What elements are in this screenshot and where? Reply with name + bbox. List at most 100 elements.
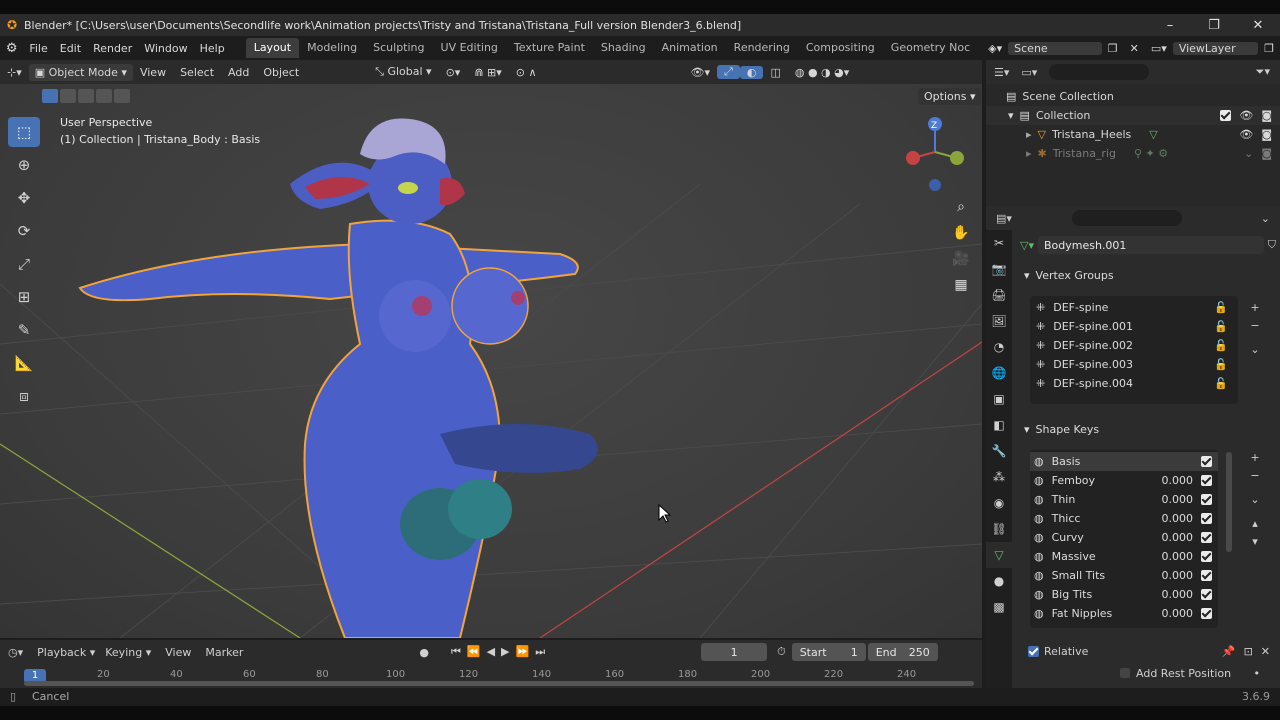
- shape-keys-header[interactable]: ▾ Shape Keys: [1020, 418, 1276, 440]
- object-render-icon[interactable]: ◙: [1261, 128, 1272, 141]
- lock-icon[interactable]: 🔓: [1214, 320, 1228, 333]
- scene-tab-icon[interactable]: ◔: [986, 334, 1012, 360]
- select-intersect-icon[interactable]: [114, 89, 130, 103]
- remove-shape-key-button[interactable]: −: [1246, 466, 1264, 484]
- shape-key-mute-checkbox[interactable]: [1201, 456, 1212, 467]
- view-layer-icon[interactable]: ▭▾: [1145, 42, 1173, 55]
- shape-key-mute-checkbox[interactable]: [1201, 513, 1212, 524]
- visibility-icon[interactable]: 👁▾: [684, 66, 718, 79]
- shape-key-row[interactable]: ◍ Curvy 0.000: [1030, 528, 1218, 547]
- workspace-tab-geometry-nodes[interactable]: Geometry Noc: [883, 38, 978, 58]
- physics-tab-icon[interactable]: ◉: [986, 490, 1012, 516]
- outliner-collection[interactable]: ▾ ▤ Collection 👁 ◙: [986, 106, 1280, 125]
- cursor-tool-icon[interactable]: ⊕: [8, 150, 40, 180]
- outliner-scene-collection[interactable]: ▤ Scene Collection: [986, 87, 1280, 106]
- measure-tool-icon[interactable]: 📐: [8, 348, 40, 378]
- scene-selector-icon[interactable]: ◈▾: [982, 42, 1008, 55]
- select-box-tool-icon[interactable]: ⬚: [8, 117, 40, 147]
- shape-key-row[interactable]: ◍ Small Tits 0.000: [1030, 566, 1218, 585]
- shape-key-mute-checkbox[interactable]: [1201, 494, 1212, 505]
- shape-key-value[interactable]: 0.000: [1162, 588, 1194, 601]
- chevron-down-icon[interactable]: ⌄: [1261, 212, 1270, 225]
- shape-key-mute-checkbox[interactable]: [1201, 570, 1212, 581]
- add-shape-key-button[interactable]: +: [1246, 448, 1264, 466]
- editor-type-icon[interactable]: ⊹▾: [0, 66, 29, 79]
- display-mode-icon[interactable]: ▭▾: [1021, 66, 1037, 79]
- timeline-menu-view[interactable]: View: [165, 646, 191, 659]
- clear-shape-keys-icon[interactable]: ✕: [1261, 645, 1270, 658]
- remove-vertex-group-button[interactable]: −: [1246, 316, 1264, 334]
- snap-icon[interactable]: ⋒ ⊞▾: [467, 66, 508, 79]
- expand-icon[interactable]: ▸: [1026, 128, 1032, 141]
- modifier-tab-icon[interactable]: 🔧: [986, 438, 1012, 464]
- material-tab-icon[interactable]: ●: [986, 568, 1012, 594]
- outliner-object-row[interactable]: ▸ ▽ Tristana_Heels ▽ 👁 ◙: [986, 125, 1280, 144]
- shape-key-row[interactable]: ◍ Thicc 0.000: [1030, 509, 1218, 528]
- expand-icon[interactable]: ▸: [1026, 147, 1032, 160]
- playback-controls[interactable]: ⏮⏪◀▶⏩⏭: [451, 645, 551, 659]
- pivot-point-icon[interactable]: ⊙▾: [439, 66, 468, 79]
- current-frame-field[interactable]: 1: [701, 643, 768, 661]
- collection-include-checkbox[interactable]: [1220, 110, 1232, 121]
- workspace-tab-rendering[interactable]: Rendering: [726, 38, 798, 58]
- new-view-layer-icon[interactable]: ❐: [1258, 42, 1280, 55]
- zoom-icon[interactable]: ⌕: [948, 194, 974, 220]
- 3d-viewport[interactable]: User Perspective (1) Collection | Trista…: [0, 84, 982, 638]
- add-rest-position-checkbox[interactable]: [1120, 668, 1130, 678]
- outliner-search-input[interactable]: [1049, 64, 1150, 80]
- lock-icon[interactable]: 🔓: [1214, 339, 1228, 352]
- shape-key-value[interactable]: 0.000: [1162, 474, 1194, 487]
- particles-tab-icon[interactable]: ⁂: [986, 464, 1012, 490]
- timeline-editor-icon[interactable]: ◷▾: [8, 646, 23, 659]
- vertex-group-row[interactable]: ⁜ DEF-spine.002 🔓: [1030, 336, 1238, 355]
- pin-icon[interactable]: 📌: [1222, 645, 1236, 658]
- workspace-tab-animation[interactable]: Animation: [654, 38, 726, 58]
- object-tab-icon[interactable]: ◧: [986, 412, 1012, 438]
- object-visibility-icon[interactable]: 👁: [1239, 128, 1253, 141]
- move-shape-key-down-button[interactable]: ▾: [1246, 532, 1264, 550]
- transform-orientation-dropdown[interactable]: ⤡ Global ▾: [368, 65, 438, 79]
- maximize-button[interactable]: ❐: [1192, 14, 1236, 36]
- mesh-data-icon[interactable]: ▽▾: [1020, 239, 1034, 252]
- move-tool-icon[interactable]: ✥: [8, 183, 40, 213]
- shape-key-mute-checkbox[interactable]: [1201, 608, 1212, 619]
- add-vertex-group-button[interactable]: +: [1246, 298, 1264, 316]
- vertex-groups-header[interactable]: ▾ Vertex Groups: [1020, 264, 1276, 286]
- shape-key-row[interactable]: ◍ Fat Nipples 0.000: [1030, 604, 1218, 623]
- camera-icon[interactable]: 🎥: [948, 246, 974, 272]
- object-render-icon[interactable]: ◙: [1261, 147, 1272, 160]
- timeline-menu-keying[interactable]: Keying ▾: [105, 646, 151, 659]
- new-scene-icon[interactable]: ❐: [1102, 42, 1124, 55]
- workspace-tab-modeling[interactable]: Modeling: [299, 38, 365, 58]
- shape-key-row[interactable]: ◍ Massive 0.000: [1030, 547, 1218, 566]
- constraints-tab-icon[interactable]: ⛓: [986, 516, 1012, 542]
- select-extend-icon[interactable]: [60, 89, 76, 103]
- shape-key-value[interactable]: 0.000: [1162, 512, 1194, 525]
- shape-key-value[interactable]: 0.000: [1162, 531, 1194, 544]
- move-shape-key-up-button[interactable]: ▴: [1246, 514, 1264, 532]
- select-new-icon[interactable]: [42, 89, 58, 103]
- shape-key-mute-checkbox[interactable]: [1201, 589, 1212, 600]
- menu-render[interactable]: Render: [87, 42, 138, 55]
- properties-editor-icon[interactable]: ▤▾: [996, 212, 1012, 225]
- workspace-tab-sculpting[interactable]: Sculpting: [365, 38, 432, 58]
- workspace-tab-texture-paint[interactable]: Texture Paint: [506, 38, 593, 58]
- lock-icon[interactable]: 🔓: [1214, 358, 1228, 371]
- view-layer-tab-icon[interactable]: 🖼: [986, 308, 1012, 334]
- vertex-group-row[interactable]: ⁜ DEF-spine.004 🔓: [1030, 374, 1238, 393]
- shape-keys-scrollbar[interactable]: [1226, 452, 1232, 552]
- expand-icon[interactable]: ▾: [1008, 109, 1014, 122]
- object-visibility-hidden-icon[interactable]: ⌄: [1244, 147, 1253, 160]
- collection-tab-icon[interactable]: ▣: [986, 386, 1012, 412]
- xray-toggle-icon[interactable]: ◫: [763, 66, 787, 79]
- shape-key-row[interactable]: ◍ Basis: [1030, 452, 1218, 471]
- viewport-menu-add[interactable]: Add: [221, 66, 256, 79]
- options-dropdown[interactable]: Options ▾: [918, 88, 982, 105]
- character-mesh[interactable]: [78, 118, 598, 638]
- relative-checkbox[interactable]: [1028, 645, 1039, 657]
- workspace-tab-shading[interactable]: Shading: [593, 38, 654, 58]
- select-subtract-icon[interactable]: [78, 89, 94, 103]
- pan-hand-icon[interactable]: ✋: [948, 220, 974, 246]
- output-tab-icon[interactable]: 🖨: [986, 282, 1012, 308]
- collection-render-icon[interactable]: ◙: [1261, 109, 1272, 122]
